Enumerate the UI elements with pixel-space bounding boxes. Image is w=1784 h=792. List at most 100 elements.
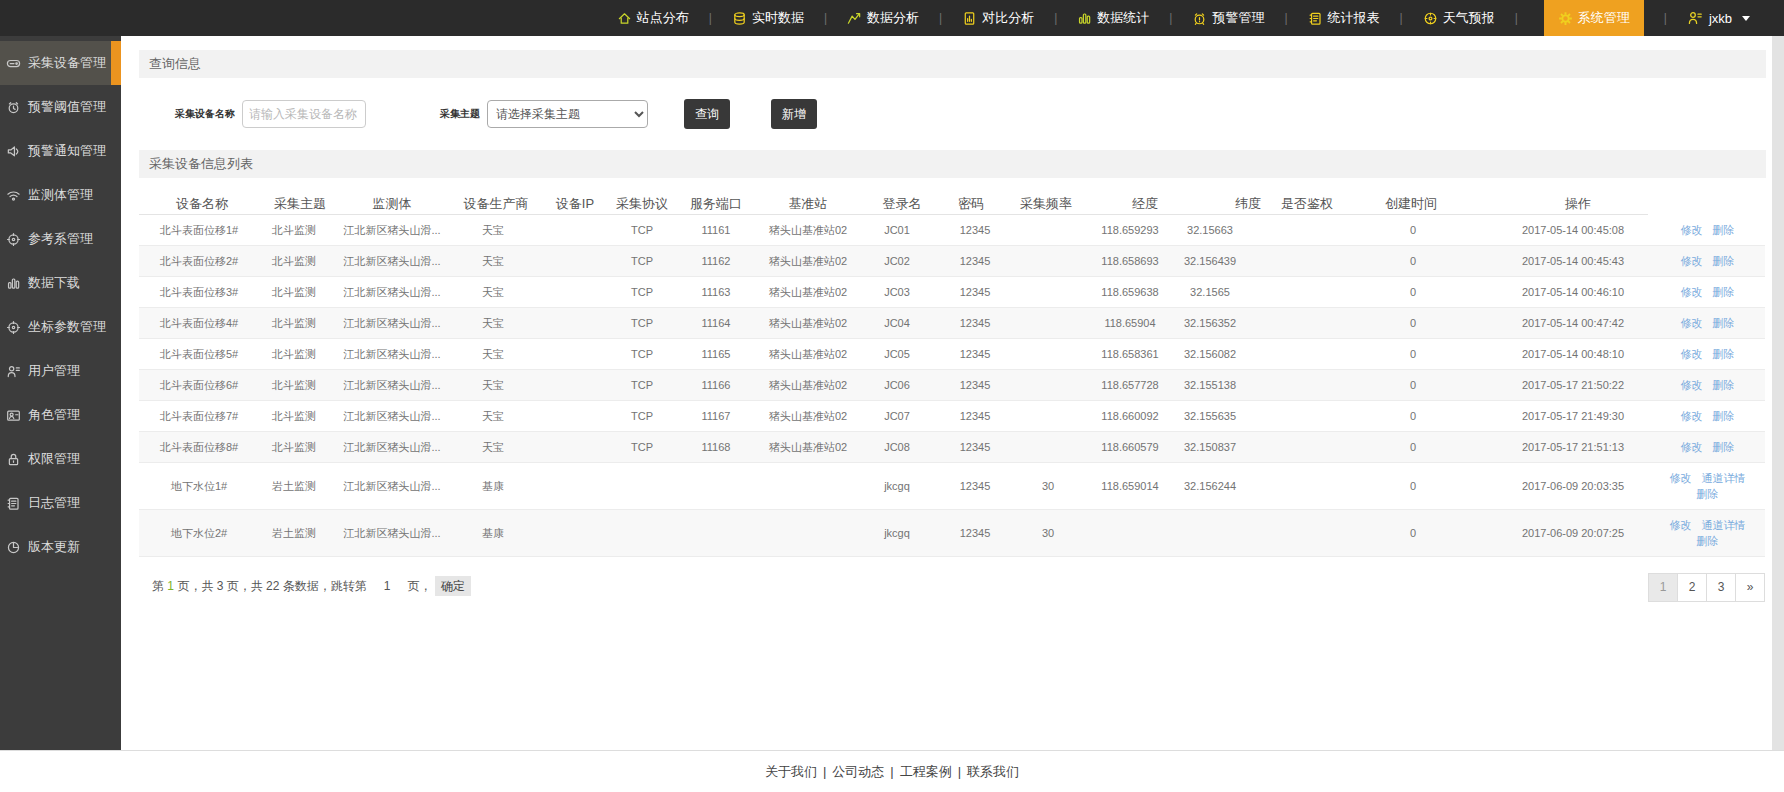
action-link[interactable]: 删除 — [1697, 488, 1719, 500]
action-link[interactable]: 修改 — [1681, 348, 1703, 360]
footer: 关于我们|公司动态|工程案例|联系我们 — [0, 750, 1784, 792]
action-link[interactable]: 修改 — [1681, 286, 1703, 298]
sidebar-item-6[interactable]: 数据下载 — [0, 261, 121, 305]
sidebar-item-11[interactable]: 日志管理 — [0, 481, 121, 525]
sidebar-item-2[interactable]: 预警阈值管理 — [0, 85, 121, 129]
nav-item-3[interactable]: 数据分析 — [847, 0, 919, 36]
version-icon — [6, 540, 21, 555]
action-link[interactable]: 删除 — [1713, 410, 1735, 422]
cell: 118.659638 — [1091, 277, 1169, 308]
sidebar-item-7[interactable]: 坐标参数管理 — [0, 305, 121, 349]
threshold-icon — [6, 100, 21, 115]
footer-link-4[interactable]: 联系我们 — [967, 763, 1019, 781]
cell: 0 — [1330, 246, 1496, 277]
nav-item-5[interactable]: 数据统计 — [1077, 0, 1149, 36]
sidebar-item-4[interactable]: 监测体管理 — [0, 173, 121, 217]
footer-link-3[interactable]: 工程案例 — [900, 763, 952, 781]
total-count: 22 — [266, 579, 279, 593]
cell: 北斗表面位移1# — [139, 215, 259, 246]
action-link[interactable]: 删除 — [1713, 255, 1735, 267]
action-link[interactable]: 删除 — [1713, 224, 1735, 236]
cell: JC04 — [849, 308, 945, 339]
page-button-2[interactable]: 2 — [1678, 574, 1707, 601]
cell: JC03 — [849, 277, 945, 308]
action-link[interactable]: 删除 — [1713, 286, 1735, 298]
nav-item-8[interactable]: 天气预报 — [1423, 0, 1495, 36]
wifi-icon — [6, 188, 21, 203]
sidebar-item-10[interactable]: 权限管理 — [0, 437, 121, 481]
search-button[interactable]: 查询 — [684, 99, 730, 129]
action-link[interactable]: 删除 — [1713, 441, 1735, 453]
query-form: 采集设备名称 采集主题 请选择采集主题 查询 新增 — [139, 99, 1766, 129]
cell: 32.150837 — [1169, 432, 1251, 463]
cell — [1005, 215, 1091, 246]
action-link[interactable]: 删除 — [1713, 317, 1735, 329]
cell: 江北新区猪头山滑... — [329, 432, 455, 463]
cell — [1005, 401, 1091, 432]
action-link[interactable]: 通道详情 — [1702, 519, 1746, 531]
nav-item-1[interactable]: 站点分布 — [617, 0, 689, 36]
nav-item-7[interactable]: 统计报表 — [1308, 0, 1380, 36]
nav-item-4[interactable]: 对比分析 — [962, 0, 1034, 36]
nav-item-9[interactable]: 系统管理 — [1544, 0, 1644, 36]
action-link[interactable]: 通道详情 — [1702, 472, 1746, 484]
page-buttons: 123» — [1648, 573, 1765, 602]
cell: 118.658693 — [1091, 246, 1169, 277]
cell — [1251, 401, 1330, 432]
sidebar-item-1[interactable]: 采集设备管理 — [0, 41, 121, 85]
action-link[interactable]: 删除 — [1713, 348, 1735, 360]
nav-item-6[interactable]: 预警管理 — [1192, 0, 1264, 36]
cell — [1005, 277, 1091, 308]
add-button[interactable]: 新增 — [771, 99, 817, 129]
scrollbar-gutter[interactable] — [1772, 36, 1784, 750]
cell: 江北新区猪头山滑... — [329, 339, 455, 370]
action-link[interactable]: 修改 — [1681, 441, 1703, 453]
sidebar-item-5[interactable]: 参考系管理 — [0, 217, 121, 261]
pagination-text: 条数据，跳转第 — [283, 579, 367, 593]
topic-select[interactable]: 请选择采集主题 — [487, 100, 648, 128]
action-link[interactable]: 修改 — [1681, 410, 1703, 422]
action-link[interactable]: 修改 — [1681, 379, 1703, 391]
cell: 30 — [1005, 510, 1091, 557]
sidebar-item-3[interactable]: 预警通知管理 — [0, 129, 121, 173]
sidebar-item-8[interactable]: 用户管理 — [0, 349, 121, 393]
page-button-3[interactable]: 3 — [1707, 574, 1736, 601]
user-menu[interactable]: jxkb — [1687, 10, 1750, 26]
cell: 江北新区猪头山滑... — [329, 277, 455, 308]
cell: 30 — [1005, 463, 1091, 510]
action-link[interactable]: 修改 — [1670, 472, 1692, 484]
footer-link-2[interactable]: 公司动态 — [832, 763, 884, 781]
action-link[interactable]: 修改 — [1681, 317, 1703, 329]
device-name-input[interactable] — [242, 100, 366, 128]
row-actions: 修改删除 — [1650, 246, 1765, 277]
cell: TCP — [619, 432, 665, 463]
cell: 地下水位1# — [139, 463, 259, 510]
cell: 天宝 — [455, 277, 531, 308]
page-button-»[interactable]: » — [1736, 574, 1765, 601]
cell — [619, 510, 665, 557]
cell: 北斗表面位移2# — [139, 246, 259, 277]
cell: 32.156439 — [1169, 246, 1251, 277]
speaker-icon — [6, 144, 21, 159]
sidebar-item-9[interactable]: 角色管理 — [0, 393, 121, 437]
jump-page-input[interactable] — [370, 579, 404, 593]
sidebar-item-12[interactable]: 版本更新 — [0, 525, 121, 569]
action-link[interactable]: 修改 — [1670, 519, 1692, 531]
cell: 12345 — [945, 246, 1005, 277]
cell: 天宝 — [455, 401, 531, 432]
action-link[interactable]: 删除 — [1713, 379, 1735, 391]
action-link[interactable]: 修改 — [1681, 224, 1703, 236]
page-button-1[interactable]: 1 — [1649, 574, 1678, 601]
user-icon — [6, 364, 21, 379]
action-link[interactable]: 删除 — [1697, 535, 1719, 547]
cell: TCP — [619, 277, 665, 308]
action-link[interactable]: 修改 — [1681, 255, 1703, 267]
cell — [1251, 510, 1330, 557]
table-row-10: 地下水位2#岩土监测江北新区猪头山滑...基康jkcgq123453002017… — [139, 510, 1765, 557]
confirm-button[interactable]: 确定 — [435, 576, 471, 596]
nav-item-2[interactable]: 实时数据 — [732, 0, 804, 36]
cell: 11168 — [665, 432, 767, 463]
footer-link-1[interactable]: 关于我们 — [765, 763, 817, 781]
cell: 猪头山基准站02 — [767, 370, 849, 401]
table-row-5: 北斗表面位移5#北斗监测江北新区猪头山滑...天宝TCP11165猪头山基准站0… — [139, 339, 1765, 370]
